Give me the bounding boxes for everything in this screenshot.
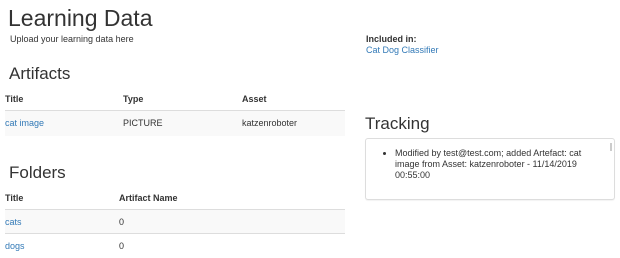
included-in-label: Included in: [366, 34, 417, 44]
tracking-list: Modified by test@test.com; added Artefac… [366, 139, 614, 181]
tracking-heading: Tracking [365, 114, 430, 133]
included-in-link[interactable]: Cat Dog Classifier [366, 45, 439, 55]
page-title: Learning Data [8, 5, 153, 31]
page-subtitle: Upload your learning data here [10, 34, 134, 44]
folder-title-link[interactable]: cats [5, 217, 22, 227]
tracking-panel[interactable]: Modified by test@test.com; added Artefac… [365, 138, 615, 200]
folders-col-artifact-name: Artifact Name [119, 187, 345, 210]
artifacts-col-title: Title [5, 88, 123, 111]
artifacts-col-asset: Asset [242, 88, 345, 111]
table-row: cats 0 [5, 209, 345, 234]
artifacts-table: Title Type Asset cat image PICTURE katze… [5, 88, 345, 136]
artifact-asset: katzenroboter [242, 110, 345, 136]
folders-table: Title Artifact Name cats 0 dogs 0 [5, 187, 345, 258]
table-row: cat image PICTURE katzenroboter [5, 110, 345, 136]
folder-artifact-name: 0 [119, 209, 345, 234]
artifacts-col-type: Type [123, 88, 242, 111]
artifact-title-link[interactable]: cat image [5, 118, 44, 128]
folder-artifact-name: 0 [119, 233, 345, 258]
folders-heading: Folders [9, 163, 66, 182]
tracking-entry: Modified by test@test.com; added Artefac… [395, 148, 604, 181]
table-row: dogs 0 [5, 233, 345, 258]
folders-header-row: Title Artifact Name [5, 187, 345, 210]
tracking-scrollbar[interactable] [610, 143, 612, 151]
artifact-type: PICTURE [123, 110, 242, 136]
folder-title-link[interactable]: dogs [5, 241, 25, 251]
folders-col-title: Title [5, 187, 119, 210]
artifacts-heading: Artifacts [9, 64, 71, 83]
artifacts-header-row: Title Type Asset [5, 88, 345, 111]
